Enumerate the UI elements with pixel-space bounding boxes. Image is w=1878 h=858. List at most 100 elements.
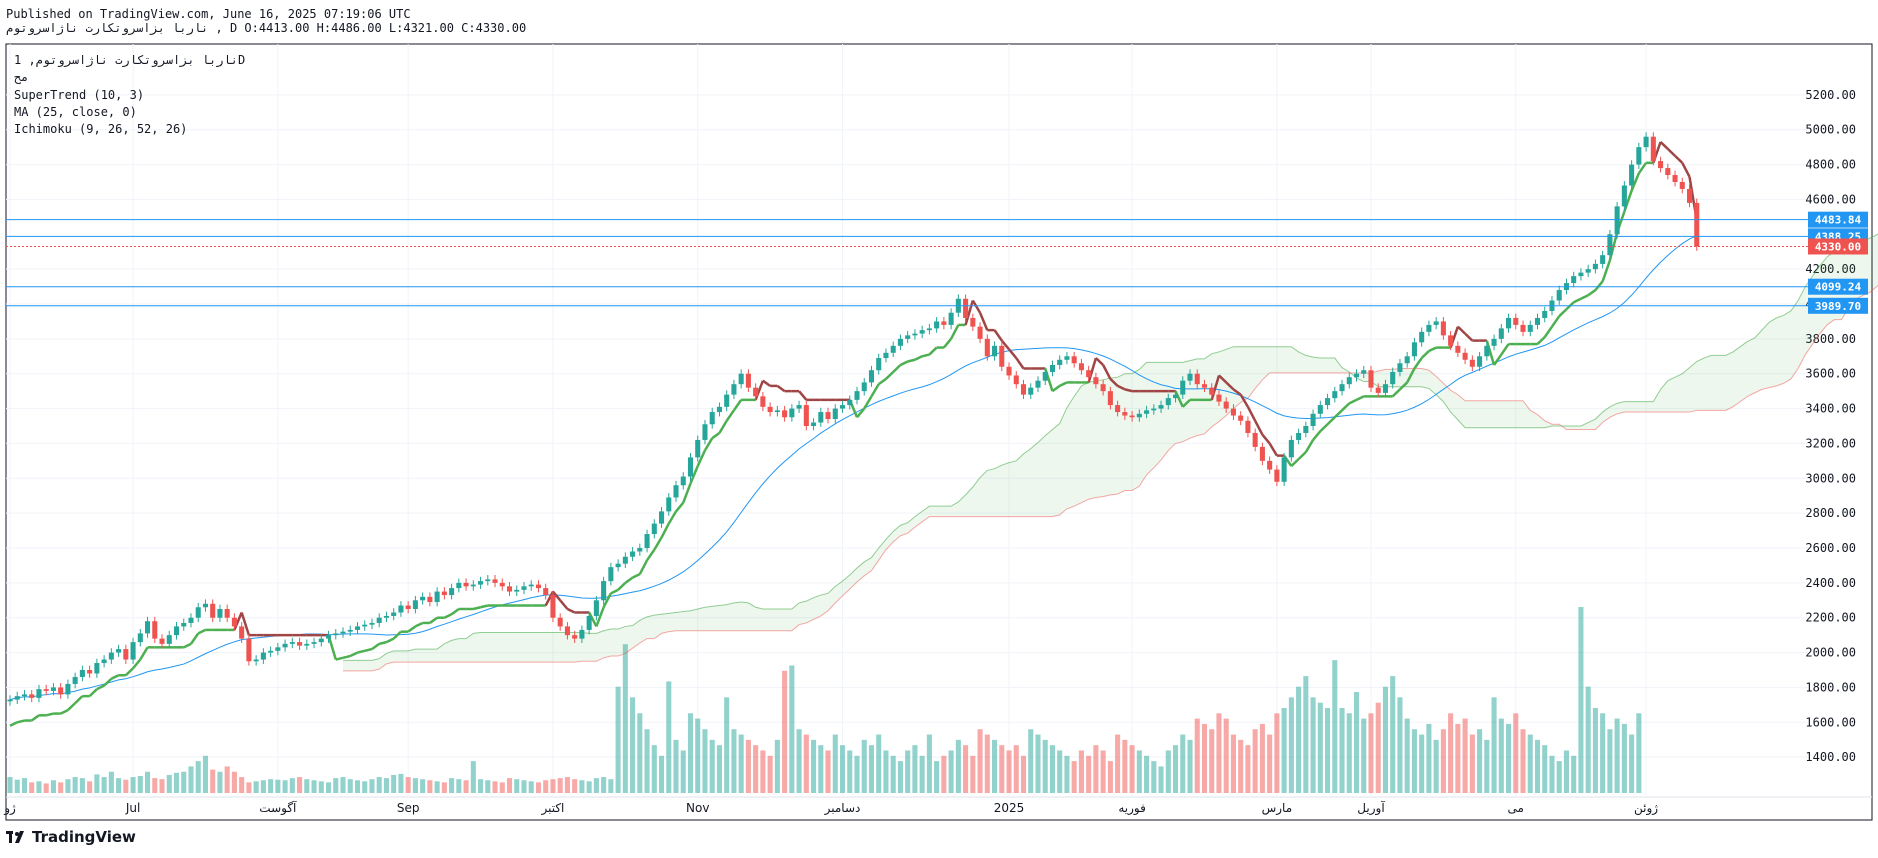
- candle-body[interactable]: [282, 643, 288, 648]
- candle-body[interactable]: [1643, 136, 1649, 148]
- candle-body[interactable]: [36, 689, 42, 698]
- candle-body[interactable]: [506, 586, 513, 592]
- candle-body[interactable]: [1592, 263, 1598, 270]
- candle-body[interactable]: [811, 422, 817, 426]
- candle-body[interactable]: [369, 622, 375, 625]
- candle-body[interactable]: [651, 523, 657, 535]
- candle-body[interactable]: [1296, 432, 1302, 440]
- candle-body[interactable]: [246, 638, 252, 662]
- candle-body[interactable]: [702, 424, 708, 440]
- candle-body[interactable]: [325, 635, 332, 639]
- candle-body[interactable]: [1172, 394, 1179, 399]
- candle-body[interactable]: [1020, 384, 1027, 395]
- candle-body[interactable]: [456, 582, 462, 589]
- candle-body[interactable]: [87, 670, 93, 674]
- candle-body[interactable]: [1317, 405, 1323, 414]
- candle-body[interactable]: [644, 534, 650, 548]
- candle-body[interactable]: [999, 345, 1005, 367]
- candle-body[interactable]: [905, 335, 911, 339]
- candle-body[interactable]: [1614, 206, 1620, 235]
- candle-body[interactable]: [1534, 317, 1541, 325]
- candle-body[interactable]: [934, 321, 940, 329]
- legend-supertrend[interactable]: SuperTrend (10, 3): [14, 88, 144, 102]
- candle-body[interactable]: [1078, 363, 1084, 371]
- candle-body[interactable]: [673, 485, 679, 498]
- candle-body[interactable]: [1187, 373, 1193, 381]
- candle-body[interactable]: [615, 563, 621, 568]
- candle-body[interactable]: [1440, 321, 1446, 336]
- candle-body[interactable]: [1107, 391, 1113, 406]
- candle-body[interactable]: [753, 387, 759, 397]
- candle-body[interactable]: [782, 410, 788, 418]
- candle-body[interactable]: [912, 333, 918, 336]
- candle-body[interactable]: [318, 638, 324, 643]
- candle-body[interactable]: [1086, 370, 1092, 378]
- candle-body[interactable]: [210, 603, 216, 618]
- legend-ichimoku[interactable]: Ichimoku (9, 26, 52, 26): [14, 122, 187, 136]
- candle-body[interactable]: [1686, 188, 1693, 203]
- candle-body[interactable]: [1578, 272, 1584, 277]
- candle-body[interactable]: [767, 406, 773, 413]
- candle-body[interactable]: [897, 338, 903, 346]
- candle-body[interactable]: [992, 345, 998, 357]
- candle-body[interactable]: [123, 649, 129, 660]
- candle-body[interactable]: [1672, 175, 1678, 182]
- candle-body[interactable]: [297, 642, 303, 646]
- candle-body[interactable]: [1419, 331, 1425, 343]
- candle-body[interactable]: [919, 330, 925, 334]
- candle-body[interactable]: [774, 410, 780, 413]
- candle-body[interactable]: [485, 579, 491, 582]
- candle-body[interactable]: [716, 406, 722, 413]
- candle-body[interactable]: [1542, 310, 1548, 318]
- candle-body[interactable]: [1194, 373, 1200, 385]
- candle-body[interactable]: [478, 581, 484, 585]
- candle-body[interactable]: [803, 405, 809, 426]
- candle-body[interactable]: [1513, 317, 1519, 325]
- candle-body[interactable]: [94, 663, 100, 674]
- candle-body[interactable]: [745, 373, 751, 388]
- candle-body[interactable]: [1064, 356, 1070, 360]
- candle-body[interactable]: [659, 511, 665, 524]
- candle-body[interactable]: [65, 683, 71, 695]
- candle-body[interactable]: [1006, 366, 1012, 376]
- candle-body[interactable]: [231, 617, 237, 627]
- candle-body[interactable]: [72, 676, 78, 684]
- candle-body[interactable]: [1433, 321, 1439, 325]
- candle-body[interactable]: [1650, 136, 1656, 162]
- candle-body[interactable]: [709, 412, 715, 425]
- candle-body[interactable]: [159, 638, 165, 644]
- candle-body[interactable]: [1636, 147, 1642, 165]
- candle-body[interactable]: [1310, 413, 1316, 426]
- candle-body[interactable]: [1506, 317, 1512, 329]
- candle-body[interactable]: [825, 412, 831, 420]
- candle-body[interactable]: [1252, 432, 1258, 447]
- candle-body[interactable]: [253, 659, 259, 662]
- candle-body[interactable]: [202, 603, 208, 608]
- candle-body[interactable]: [43, 689, 49, 691]
- candle-body[interactable]: [876, 358, 882, 371]
- candle-body[interactable]: [760, 396, 766, 407]
- candle-body[interactable]: [1658, 161, 1664, 169]
- candle-body[interactable]: [1274, 469, 1280, 482]
- tradingview-logo[interactable]: TradingView: [6, 828, 136, 846]
- candle-body[interactable]: [557, 617, 563, 627]
- candle-body[interactable]: [21, 694, 28, 697]
- candle-body[interactable]: [217, 609, 223, 618]
- candle-body[interactable]: [796, 405, 802, 409]
- candle-body[interactable]: [275, 647, 281, 651]
- candle-body[interactable]: [1332, 391, 1338, 399]
- candle-body[interactable]: [1491, 338, 1497, 346]
- candle-body[interactable]: [630, 551, 636, 557]
- candle-body[interactable]: [868, 370, 875, 383]
- candle-body[interactable]: [1180, 380, 1186, 395]
- candle-body[interactable]: [622, 556, 628, 564]
- candle-body[interactable]: [687, 457, 694, 477]
- candle-body[interactable]: [1230, 408, 1236, 416]
- candle-body[interactable]: [1223, 401, 1229, 409]
- candle-body[interactable]: [724, 394, 730, 407]
- candle-body[interactable]: [1158, 405, 1164, 409]
- candle-body[interactable]: [354, 626, 361, 630]
- candle-body[interactable]: [1694, 202, 1700, 247]
- candle-body[interactable]: [362, 624, 368, 627]
- candle-body[interactable]: [311, 642, 317, 644]
